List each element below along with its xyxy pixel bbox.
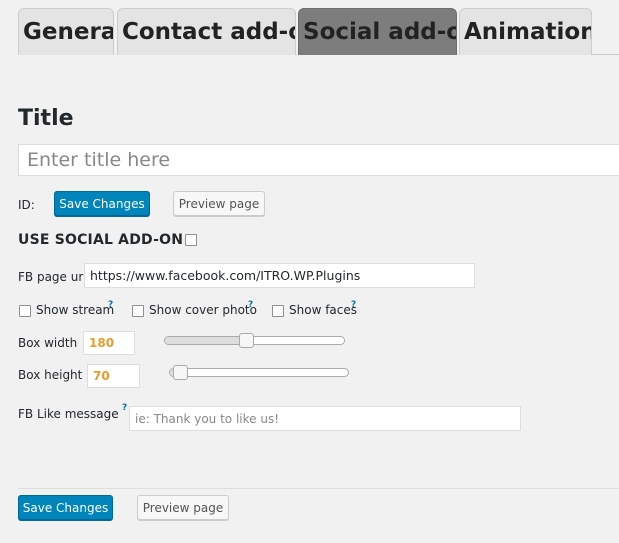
box-width-input[interactable] (83, 331, 135, 355)
fb-like-message-help-icon[interactable]: ? (122, 403, 127, 413)
save-changes-button-top[interactable]: Save Changes (54, 191, 150, 216)
tab-social-add-on[interactable]: Social add-on (298, 8, 457, 55)
id-label: ID: (18, 198, 35, 212)
social-addon-heading: USE SOCIAL ADD-ON (18, 232, 184, 248)
show-cover-photo-label: Show cover photo (149, 303, 257, 317)
box-height-input[interactable] (87, 364, 140, 388)
box-width-slider-handle[interactable] (238, 333, 254, 348)
show-faces-help-icon[interactable]: ? (351, 300, 356, 310)
show-faces-label: Show faces (289, 303, 358, 317)
box-width-slider[interactable] (164, 333, 345, 348)
show-stream-help-icon[interactable]: ? (108, 300, 113, 310)
tab-contact-add-on[interactable]: Contact add-on (117, 8, 296, 55)
fb-like-message-label: FB Like message (18, 407, 119, 421)
footer-divider (18, 488, 619, 489)
preview-page-button-bottom[interactable]: Preview page (137, 495, 229, 520)
fb-page-url-input[interactable] (84, 263, 475, 288)
title-input[interactable] (18, 144, 619, 176)
show-stream-checkbox[interactable] (19, 305, 31, 317)
box-height-slider-handle[interactable] (173, 365, 189, 380)
preview-page-button-top[interactable]: Preview page (173, 191, 265, 216)
tabs-divider (592, 54, 619, 55)
tab-general[interactable]: General (18, 8, 114, 55)
save-changes-button-bottom[interactable]: Save Changes (18, 495, 113, 520)
show-stream-label: Show stream (36, 303, 115, 317)
fb-page-url-label: FB page url: (18, 270, 91, 284)
box-width-label: Box width (18, 336, 78, 350)
show-faces-checkbox[interactable] (272, 305, 284, 317)
show-cover-photo-help-icon[interactable]: ? (248, 300, 253, 310)
box-width-slider-fill (165, 337, 247, 344)
page-title: Title (18, 106, 74, 131)
fb-like-message-input[interactable] (129, 406, 521, 431)
tab-animations[interactable]: Animations (459, 8, 592, 55)
box-height-label: Box height (18, 368, 83, 382)
use-social-checkbox[interactable] (185, 234, 197, 246)
show-cover-photo-checkbox[interactable] (132, 305, 144, 317)
box-height-slider[interactable] (169, 365, 349, 380)
